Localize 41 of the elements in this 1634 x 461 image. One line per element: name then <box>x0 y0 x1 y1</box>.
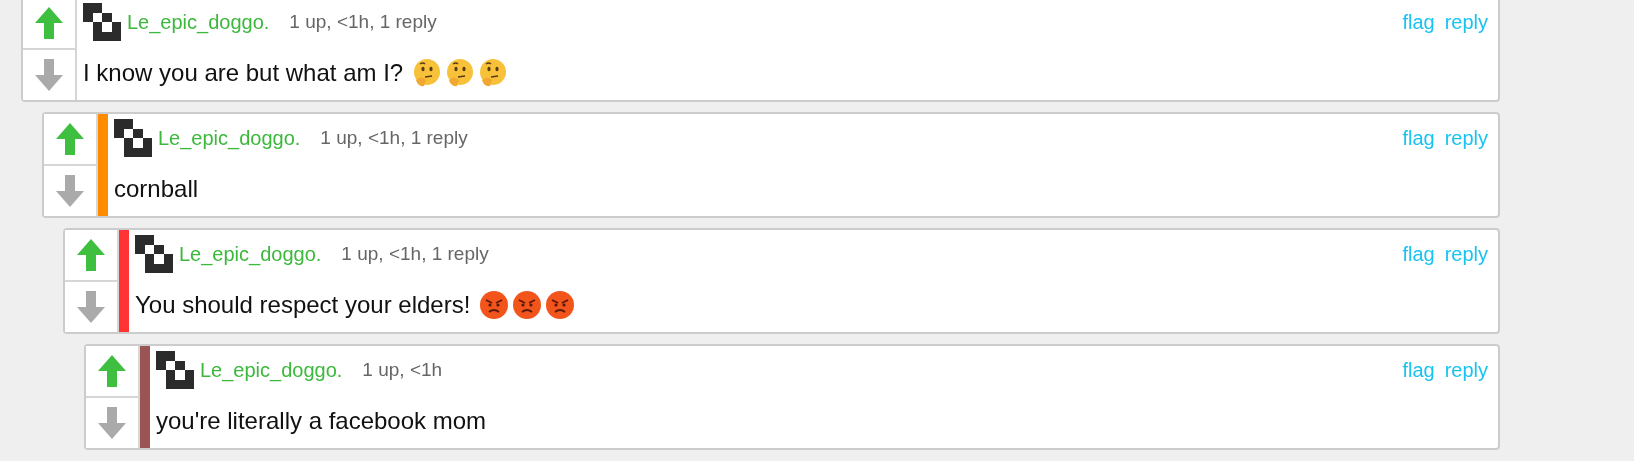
comment-text: you're literally a facebook mom <box>156 407 487 435</box>
action-link[interactable]: flag <box>1402 10 1435 34</box>
username-link[interactable]: Le_epic_doggo. <box>158 126 301 150</box>
down-arrow-icon <box>77 291 105 323</box>
thinking-face-icon <box>478 58 509 88</box>
down-arrow-icon <box>35 59 63 91</box>
up-arrow-icon <box>56 123 84 155</box>
angry-face-icon <box>545 290 576 320</box>
action-link[interactable]: flag <box>1402 358 1435 382</box>
username-link[interactable]: Le_epic_doggo. <box>200 358 343 382</box>
comment-meta: 1 up, <1h, 1 reply <box>320 127 468 149</box>
comment-text: I know you are but what am I? <box>83 59 404 87</box>
thinking-face-icon <box>412 58 443 88</box>
avatar-icon <box>135 235 173 273</box>
username-link[interactable]: Le_epic_doggo. <box>179 242 322 266</box>
up-arrow-icon <box>77 239 105 271</box>
down-arrow-icon <box>56 175 84 207</box>
angry-face-icon <box>512 290 543 320</box>
up-arrow-icon <box>35 7 63 39</box>
action-link[interactable]: flag <box>1402 242 1435 266</box>
comment-text: cornball <box>114 175 199 203</box>
action-link[interactable]: reply <box>1444 10 1488 34</box>
upvote-button[interactable] <box>65 230 117 282</box>
action-link[interactable]: reply <box>1444 358 1488 382</box>
comment-text: You should respect your elders! <box>135 291 471 319</box>
avatar-icon <box>83 3 121 41</box>
thinking-face-icon <box>445 58 476 88</box>
upvote-button[interactable] <box>86 346 138 398</box>
angry-face-icon <box>479 290 510 320</box>
comment-meta: 1 up, <1h, 1 reply <box>341 243 489 265</box>
down-arrow-icon <box>98 407 126 439</box>
avatar-icon <box>156 351 194 389</box>
comment-meta: 1 up, <1h <box>362 359 443 381</box>
username-link[interactable]: Le_epic_doggo. <box>127 10 270 34</box>
upvote-button[interactable] <box>44 114 96 166</box>
action-link[interactable]: flag <box>1402 126 1435 150</box>
avatar-icon <box>114 119 152 157</box>
action-link[interactable]: reply <box>1444 242 1488 266</box>
action-link[interactable]: reply <box>1444 126 1488 150</box>
up-arrow-icon <box>98 355 126 387</box>
comment-meta: 1 up, <1h, 1 reply <box>289 11 437 33</box>
